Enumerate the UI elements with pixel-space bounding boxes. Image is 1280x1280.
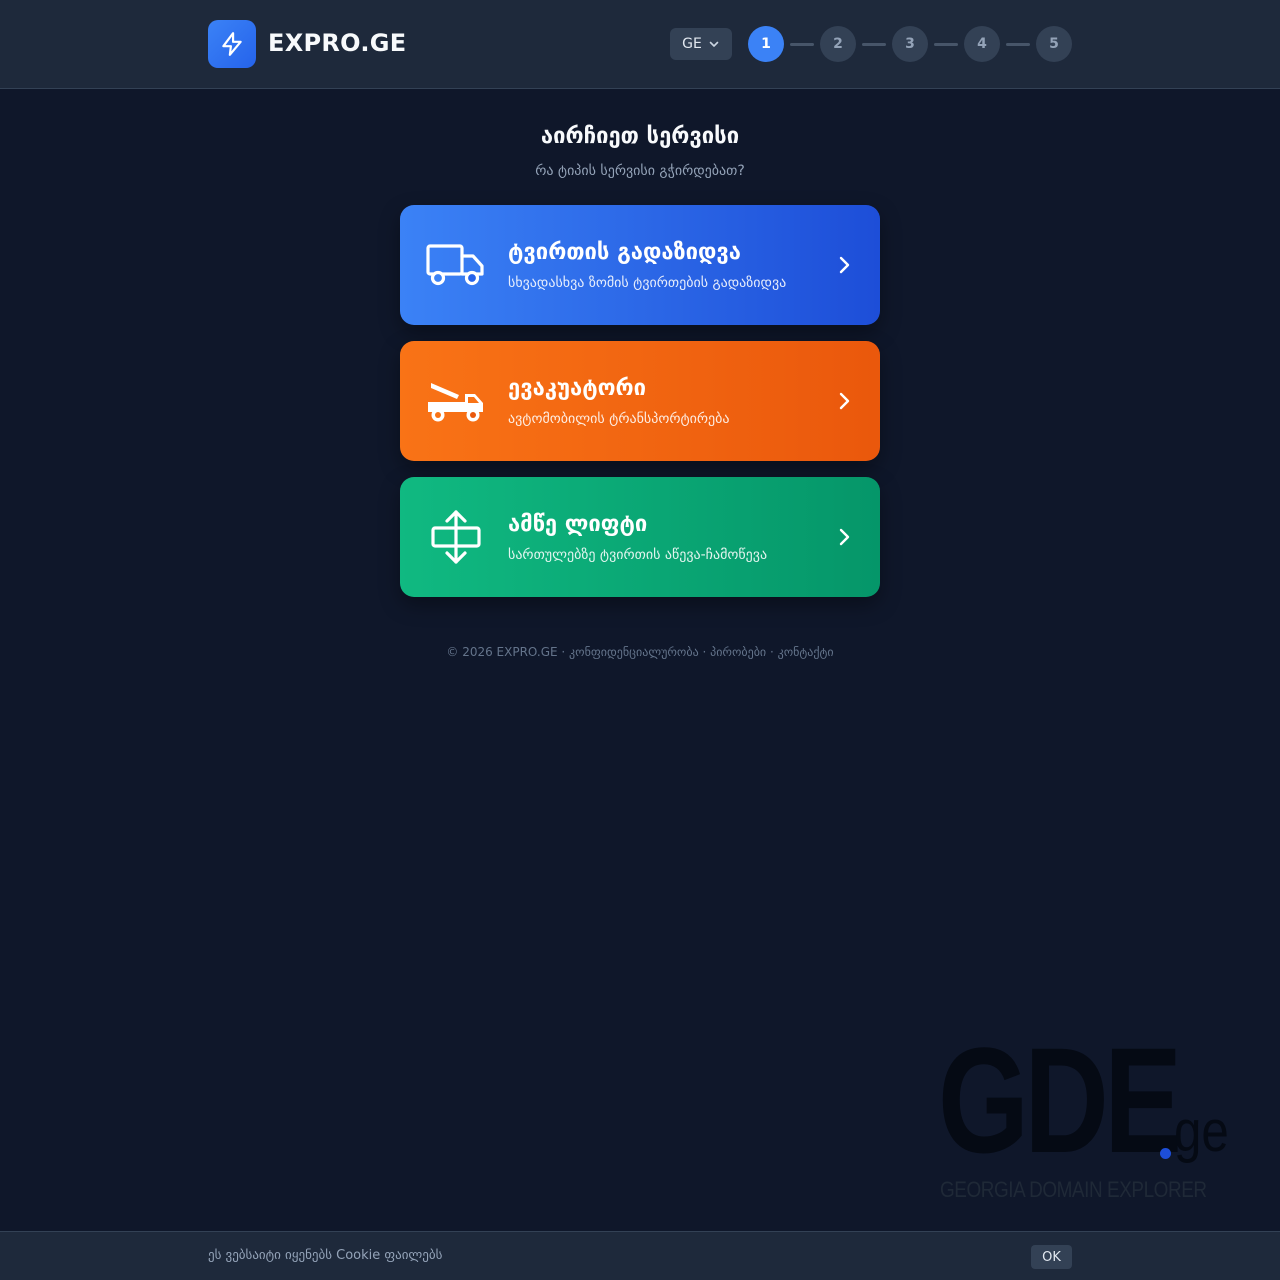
- cookie-banner: ეს ვებსაიტი იყენებს Cookie ფაილებს OK: [0, 1231, 1280, 1280]
- tow-truck-icon: [424, 371, 488, 431]
- step-connector: [934, 42, 958, 46]
- step-2: 2: [820, 26, 856, 62]
- watermark-dot: [1160, 1148, 1171, 1159]
- watermark-tagline: GEORGIA DOMAIN EXPLORER: [940, 1177, 1207, 1202]
- step-connector: [1006, 42, 1030, 46]
- service-card-cargo[interactable]: ტვირთის გადაზიდვა სხვადასხვა ზომის ტვირთ…: [400, 205, 880, 325]
- footer: © 2026 EXPRO.GE · კონფიდენციალურობა · პი…: [0, 643, 1280, 661]
- logo-text[interactable]: EXPRO.GE: [268, 28, 406, 58]
- truck-icon: [424, 235, 488, 295]
- service-card-lift[interactable]: ამწე ლიფტი სართულებზე ტვირთის აწევა-ჩამო…: [400, 477, 880, 597]
- cookie-text: ეს ვებსაიტი იყენებს Cookie ფაილებს: [208, 1248, 443, 1263]
- card-title: ევაკუატორი: [508, 376, 647, 401]
- separator: ·: [769, 645, 778, 659]
- separator: ·: [561, 645, 570, 659]
- separator: ·: [702, 645, 711, 659]
- chevron-down-icon: [709, 41, 719, 47]
- language-select[interactable]: GE: [670, 28, 732, 60]
- chevron-right-icon: [839, 256, 850, 274]
- chevron-right-icon: [839, 528, 850, 546]
- language-value: GE: [682, 36, 702, 52]
- step-4: 4: [964, 26, 1000, 62]
- cookie-ok-button[interactable]: OK: [1031, 1245, 1072, 1269]
- terms-link[interactable]: პირობები: [710, 645, 766, 659]
- step-5: 5: [1036, 26, 1072, 62]
- page-subtitle: რა ტიპის სერვისი გჭირდებათ?: [535, 163, 745, 179]
- copyright: © 2026 EXPRO.GE: [446, 645, 558, 659]
- step-1: 1: [748, 26, 784, 62]
- step-connector: [790, 42, 814, 46]
- service-card-tow-truck[interactable]: ევაკუატორი ავტომობილის ტრანსპორტირება: [400, 341, 880, 461]
- watermark-brand: GDE: [938, 1016, 1182, 1184]
- page-title: აირჩიეთ სერვისი: [540, 124, 740, 149]
- card-title: ტვირთის გადაზიდვა: [508, 240, 741, 265]
- step-3: 3: [892, 26, 928, 62]
- card-description: სართულებზე ტვირთის აწევა-ჩამოწევა: [508, 547, 768, 563]
- chevron-right-icon: [839, 392, 850, 410]
- top-header: EXPRO.GE GE 1 2 3 4 5: [0, 0, 1280, 89]
- step-connector: [862, 42, 886, 46]
- card-description: სხვადასხვა ზომის ტვირთების გადაზიდვა: [508, 275, 787, 291]
- card-title: ამწე ლიფტი: [508, 512, 648, 537]
- card-description: ავტომობილის ტრანსპორტირება: [508, 411, 730, 427]
- move-vertical-icon: [424, 507, 488, 567]
- watermark-tld: ge: [1174, 1099, 1229, 1164]
- lightning-bolt-icon[interactable]: [208, 20, 256, 68]
- gde-watermark-logo: GDE ge GEORGIA DOMAIN EXPLORER: [938, 1016, 1238, 1206]
- privacy-link[interactable]: კონფიდენციალურობა: [569, 645, 699, 659]
- step-indicator: 1 2 3 4 5: [748, 26, 1072, 62]
- contact-link[interactable]: კონტაქტი: [778, 645, 834, 659]
